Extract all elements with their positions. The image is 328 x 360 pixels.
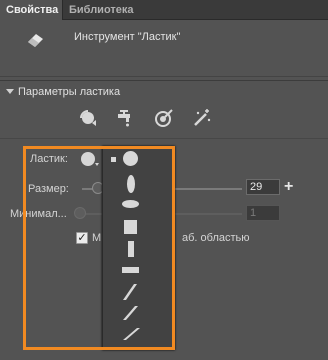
divider: [0, 138, 328, 139]
eraser-options-header[interactable]: Параметры ластика: [0, 80, 328, 102]
checkbox-label-suffix: аб. областью: [182, 232, 250, 244]
minimum-input[interactable]: 1: [246, 205, 280, 221]
tab-library[interactable]: Библиотека: [62, 0, 140, 20]
tool-header: Инструмент "Ластик": [0, 21, 328, 77]
size-increase-button[interactable]: +: [284, 179, 293, 195]
target-icon[interactable]: [154, 108, 174, 128]
highlight-outline: [23, 146, 175, 350]
eraser-icon: [28, 34, 43, 47]
size-input[interactable]: 29: [246, 179, 280, 195]
collapse-arrow-icon[interactable]: [6, 89, 14, 94]
tab-bar: Свойства Библиотека: [0, 0, 328, 20]
tool-name: Инструмент "Ластик": [74, 31, 181, 43]
section-title: Параметры ластика: [18, 86, 121, 98]
erase-mode-icon[interactable]: [78, 108, 98, 128]
tab-properties[interactable]: Свойства: [0, 0, 62, 20]
faucet-icon[interactable]: [114, 108, 134, 128]
magic-wand-icon[interactable]: [192, 108, 212, 128]
